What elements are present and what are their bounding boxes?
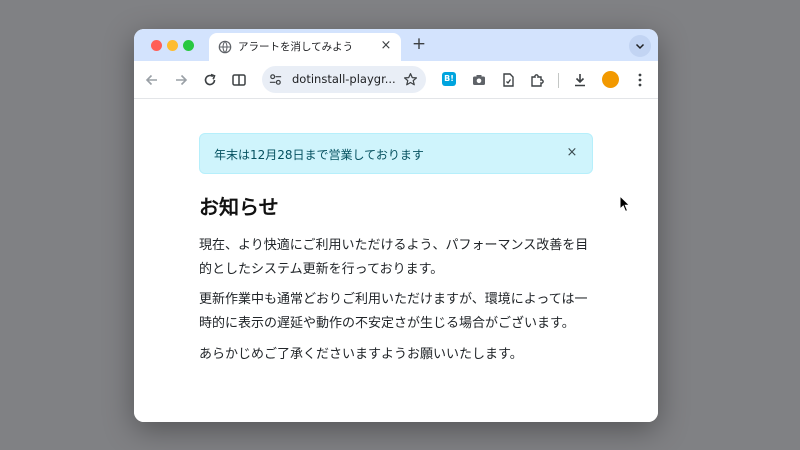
zoom-window-button[interactable]	[183, 40, 194, 51]
paragraph: 更新作業中も通常どおりご利用いただけますが、環境によっては一時的に表示の遅延や動…	[199, 292, 588, 331]
camera-icon[interactable]	[470, 71, 488, 89]
more-menu-icon[interactable]	[631, 71, 649, 89]
minimize-window-button[interactable]	[167, 40, 178, 51]
forward-arrow-icon[interactable]	[172, 71, 190, 89]
address-bar[interactable]: dotinstall-playgr...	[262, 66, 426, 93]
tab-search-button[interactable]	[629, 35, 651, 57]
site-settings-icon[interactable]	[268, 72, 283, 87]
download-icon[interactable]	[571, 71, 589, 89]
mouse-cursor-icon	[619, 195, 631, 213]
browser-window: アラートを消してみよう × + dotinstall-playgr... B! …	[134, 29, 658, 422]
chevron-down-icon	[635, 43, 645, 50]
alert-message: 年末は12月28日まで営業しております	[214, 148, 424, 162]
side-panel-icon[interactable]	[230, 71, 248, 89]
reload-icon[interactable]	[201, 71, 219, 89]
document-extension-icon[interactable]	[499, 71, 517, 89]
tab-close-icon[interactable]: ×	[379, 39, 393, 53]
browser-toolbar: dotinstall-playgr... B!	[134, 61, 658, 99]
hatena-bookmark-extension-icon[interactable]: B!	[442, 72, 456, 86]
new-tab-button[interactable]: +	[410, 35, 428, 53]
extensions-puzzle-icon[interactable]	[528, 71, 546, 89]
tab-title: アラートを消してみよう	[238, 41, 354, 53]
alert-close-button[interactable]: ×	[565, 146, 579, 160]
page-content: 年末は12月28日まで営業しております × お知らせ 現在、より快適にご利用いた…	[134, 100, 658, 422]
info-alert: 年末は12月28日まで営業しております ×	[199, 133, 593, 174]
bookmark-star-icon[interactable]	[403, 72, 418, 87]
paragraph: あらかじめご了承くださいますようお願いいたします。	[199, 347, 523, 362]
back-arrow-icon[interactable]	[143, 71, 161, 89]
close-window-button[interactable]	[151, 40, 162, 51]
paragraph: 現在、より快適にご利用いただけるよう、パフォーマンス改善を目的としたシステム更新…	[199, 238, 589, 277]
tab-strip: アラートを消してみよう × +	[134, 29, 658, 61]
url-text[interactable]: dotinstall-playgr...	[292, 72, 396, 86]
globe-icon	[218, 40, 232, 54]
page-title: お知らせ	[199, 195, 279, 219]
toolbar-divider	[558, 73, 559, 88]
tab-active[interactable]: アラートを消してみよう ×	[209, 33, 401, 61]
profile-avatar[interactable]	[602, 71, 619, 88]
